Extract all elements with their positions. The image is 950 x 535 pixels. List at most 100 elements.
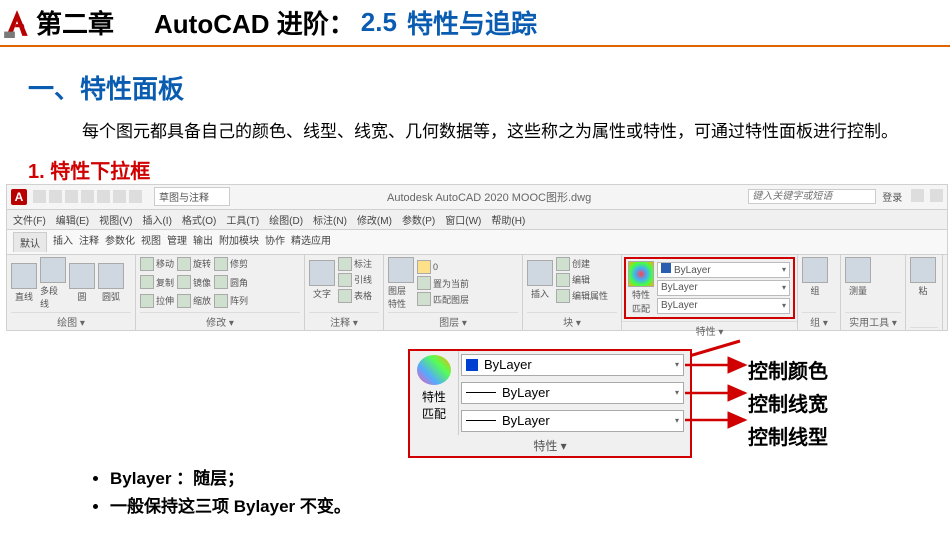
matchlayer-button[interactable]: 匹配图层 (417, 292, 469, 306)
tab-default[interactable]: 默认 (13, 232, 47, 252)
autocad-logo-icon (4, 8, 30, 38)
menu-help[interactable]: 帮助(H) (491, 212, 525, 227)
zoom-linetype-dropdown[interactable]: ByLayer▾ (461, 410, 684, 432)
lineweight-dropdown[interactable]: ByLayer▾ (657, 280, 790, 296)
polyline-button[interactable]: 多段线 (40, 257, 66, 310)
panel-draw: 直线 多段线 圆 圆弧 绘图 ▾ (7, 255, 136, 330)
panel-group-label[interactable]: 组 ▾ (802, 312, 836, 330)
menu-file[interactable]: 文件(F) (13, 212, 46, 227)
properties-zoom-panel: 特性 匹配 ByLayer▾ ByLayer▾ ByLayer▾ 特性 ▾ (408, 349, 692, 458)
qat-saveas-icon[interactable] (81, 190, 94, 203)
tab-manage[interactable]: 管理 (167, 232, 187, 252)
menu-edit[interactable]: 编辑(E) (56, 212, 89, 227)
qat-new-icon[interactable] (33, 190, 46, 203)
tab-addins[interactable]: 附加模块 (219, 232, 259, 252)
table-button[interactable]: 表格 (338, 289, 372, 303)
create-block-button[interactable]: 创建 (556, 257, 608, 271)
menu-insert[interactable]: 插入(I) (142, 212, 171, 227)
leader-button[interactable]: 引线 (338, 273, 372, 287)
menu-draw[interactable]: 绘图(D) (269, 212, 303, 227)
panel-layer-label[interactable]: 图层 ▾ (388, 312, 518, 330)
arc-button[interactable]: 圆弧 (98, 263, 124, 303)
tab-view[interactable]: 视图 (141, 232, 161, 252)
color-dropdown[interactable]: ByLayer▾ (657, 262, 790, 278)
trim-button[interactable]: 修剪 (214, 257, 248, 271)
titlebar: A 草图与注释 Autodesk AutoCAD 2020 MOOC图形.dwg… (7, 185, 947, 210)
tab-annotate[interactable]: 注释 (79, 232, 99, 252)
ribbon-body: 直线 多段线 圆 圆弧 绘图 ▾ 移动 旋转 修剪 复制 镜像 圆角 (7, 255, 947, 330)
group-button[interactable]: 组 (802, 257, 828, 297)
panel-annotate-label[interactable]: 注释 ▾ (309, 312, 379, 330)
layer-dropdown[interactable]: 0 (417, 260, 469, 274)
title-number: 2.5 (361, 7, 397, 38)
autocad-ribbon: A 草图与注释 Autodesk AutoCAD 2020 MOOC图形.dwg… (6, 184, 948, 331)
panel-utility-label[interactable]: 实用工具 ▾ (845, 312, 901, 330)
panel-group: 组 组 ▾ (798, 255, 841, 330)
text-button[interactable]: 文字 (309, 260, 335, 300)
panel-block-label[interactable]: 块 ▾ (527, 312, 617, 330)
menu-dim[interactable]: 标注(N) (313, 212, 347, 227)
login-label[interactable]: 登录 (882, 189, 902, 204)
matchprop-icon[interactable] (417, 355, 451, 385)
qat-save-icon[interactable] (65, 190, 78, 203)
copy-button[interactable]: 复制 (140, 275, 174, 289)
zoom-lineweight-dropdown[interactable]: ByLayer▾ (461, 382, 684, 404)
panel-draw-label[interactable]: 绘图 ▾ (11, 312, 131, 330)
section-title: 一、特性面板 (28, 69, 922, 106)
help-icon[interactable] (911, 189, 924, 202)
notes-list: Bylayer ：随层； 一般保持这三项 Bylayer 不变。 (70, 461, 430, 520)
tab-output[interactable]: 输出 (193, 232, 213, 252)
array-button[interactable]: 阵列 (214, 294, 248, 308)
dim-button[interactable]: 标注 (338, 257, 372, 271)
cloud-icon[interactable] (930, 189, 943, 202)
rotate-button[interactable]: 旋转 (177, 257, 211, 271)
panel-modify-label[interactable]: 修改 ▾ (140, 312, 300, 330)
linetype-dropdown[interactable]: ByLayer▾ (657, 298, 790, 314)
edit-block-button[interactable]: 编辑 (556, 273, 608, 287)
menu-window[interactable]: 窗口(W) (445, 212, 481, 227)
tab-parametric[interactable]: 参数化 (105, 232, 135, 252)
menu-param[interactable]: 参数(P) (402, 212, 435, 227)
panel-block: 插入 创建 编辑 编辑属性 块 ▾ (523, 255, 622, 330)
qat-open-icon[interactable] (49, 190, 62, 203)
insert-button[interactable]: 插入 (527, 260, 553, 300)
measure-button[interactable]: 测量 (845, 257, 871, 297)
zoom-foot-label[interactable]: 特性 ▾ (410, 435, 690, 456)
layerprop-button[interactable]: 图层 特性 (388, 257, 414, 310)
panel-utility: 测量 实用工具 ▾ (841, 255, 906, 330)
app-menu-button[interactable]: A (11, 189, 27, 205)
panel-layer: 图层 特性 0 置为当前 匹配图层 图层 ▾ (384, 255, 523, 330)
zoom-color-dropdown[interactable]: ByLayer▾ (461, 354, 684, 376)
titlebar-filename: Autodesk AutoCAD 2020 MOOC图形.dwg (230, 189, 748, 205)
menu-bar[interactable]: 文件(F) 编辑(E) 视图(V) 插入(I) 格式(O) 工具(T) 绘图(D… (7, 210, 947, 230)
menu-modify[interactable]: 修改(M) (357, 212, 392, 227)
menu-format[interactable]: 格式(O) (182, 212, 216, 227)
mirror-button[interactable]: 镜像 (177, 275, 211, 289)
move-button[interactable]: 移动 (140, 257, 174, 271)
line-button[interactable]: 直线 (11, 263, 37, 303)
setcurrent-button[interactable]: 置为当前 (417, 276, 469, 290)
qat-undo-icon[interactable] (113, 190, 126, 203)
circle-button[interactable]: 圆 (69, 263, 95, 303)
stretch-button[interactable]: 拉伸 (140, 294, 174, 308)
menu-view[interactable]: 视图(V) (99, 212, 132, 227)
qat-redo-icon[interactable] (129, 190, 142, 203)
matchprop-zoom-line2: 匹配 (422, 405, 446, 422)
title-black: AutoCAD 进阶： (154, 4, 355, 41)
edit-attr-button[interactable]: 编辑属性 (556, 289, 608, 303)
fillet-button[interactable]: 圆角 (214, 275, 248, 289)
tab-insert[interactable]: 插入 (53, 232, 73, 252)
paste-button[interactable]: 粘 (910, 257, 936, 297)
panel-properties: 特性 匹配 ByLayer▾ ByLayer▾ ByLayer▾ 特性 ▾ (622, 255, 798, 330)
matchprop-button[interactable]: 特性 匹配 (628, 261, 654, 315)
search-input[interactable] (748, 189, 876, 204)
tab-featured[interactable]: 精选应用 (291, 232, 331, 252)
scale-button[interactable]: 缩放 (177, 294, 211, 308)
ribbon-tabs[interactable]: 默认 插入 注释 参数化 视图 管理 输出 附加模块 协作 精选应用 (7, 230, 947, 255)
qat-plot-icon[interactable] (97, 190, 110, 203)
menu-tools[interactable]: 工具(T) (226, 212, 259, 227)
workspace-dropdown[interactable]: 草图与注释 (154, 187, 230, 206)
tab-collab[interactable]: 协作 (265, 232, 285, 252)
note-item-2: 一般保持这三项 Bylayer 不变。 (110, 492, 430, 517)
quick-access-toolbar[interactable] (33, 190, 142, 203)
